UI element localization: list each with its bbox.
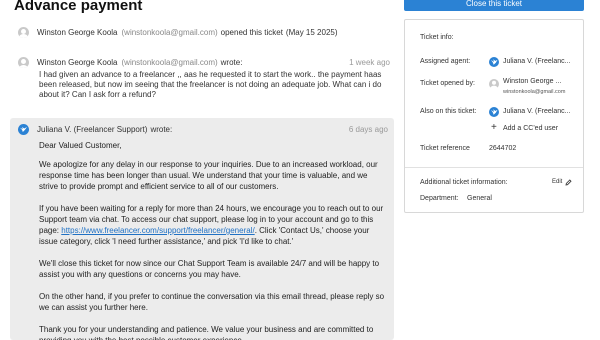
event-date: (May 15 2025): [285, 27, 338, 37]
message-agent: Juliana V. (Freelancer Support) wrote: 6…: [10, 118, 394, 340]
opened-by-email: winstonkoola@gmail.com: [503, 89, 566, 95]
user-avatar-icon: [489, 79, 499, 89]
message-verb: wrote:: [150, 125, 173, 134]
close-ticket-button[interactable]: Close this ticket: [404, 0, 584, 11]
message-body: I had given an advance to a freelancer ,…: [39, 70, 382, 99]
message-customer: Winston George Koola (winstonkoola@gmail…: [18, 57, 390, 100]
agent-avatar-icon: [489, 57, 499, 67]
add-cc-user-link[interactable]: Add a CC'ed user: [503, 125, 558, 132]
event-author: Winston George Koola: [37, 27, 118, 37]
message-paragraph: We apologize for any delay in our respon…: [39, 160, 378, 191]
event-email: (winstonkoola@gmail.com): [121, 27, 218, 37]
assigned-agent-label: Assigned agent:: [420, 58, 471, 65]
also-on-agent[interactable]: Juliana V. (Freelanc...: [503, 108, 570, 115]
message-paragraph: On the other hand, if you prefer to cont…: [39, 292, 385, 312]
message-email: (winstonkoola@gmail.com): [121, 58, 218, 67]
support-link[interactable]: https://www.freelancer.com/support/freel…: [61, 226, 254, 235]
message-time: 6 days ago: [348, 125, 388, 134]
ticket-title: Advance payment: [14, 0, 143, 14]
panel-divider: [405, 167, 583, 168]
message-paragraph: Dear Valued Customer,: [39, 141, 122, 150]
edit-pencil-icon[interactable]: [565, 179, 572, 186]
ticket-info-label: Ticket info:: [420, 34, 454, 41]
department-label: Department:: [420, 195, 459, 202]
ticket-reference-value: 2644702: [489, 145, 517, 152]
message-author: Winston George Koola: [37, 58, 118, 67]
message-paragraph: We'll close this ticket for now since ou…: [39, 259, 380, 279]
opened-by-name[interactable]: Winston George ...: [503, 78, 561, 85]
user-avatar-icon: [18, 26, 29, 38]
message-paragraph: Thank you for your understanding and pat…: [39, 325, 374, 340]
agent-avatar-icon: [489, 107, 499, 117]
freelancer-bird-icon: [18, 124, 29, 135]
event-action: opened this ticket: [220, 27, 283, 37]
plus-icon: +: [491, 122, 497, 133]
message-time: 1 week ago: [349, 58, 390, 67]
opened-by-label: Ticket opened by:: [420, 80, 475, 87]
additional-info-label: Additional ticket information:: [420, 179, 508, 186]
assigned-agent-name[interactable]: Juliana V. (Freelanc...: [503, 58, 570, 65]
edit-link[interactable]: Edit: [552, 179, 562, 185]
ticket-info-panel: Ticket info: Assigned agent: Juliana V. …: [404, 19, 584, 213]
message-paragraph: If you have been waiting for a reply for…: [39, 203, 388, 247]
department-value: General: [467, 195, 492, 202]
also-on-label: Also on this ticket:: [420, 108, 477, 115]
ticket-opened-event: Winston George Koola (winstonkoola@gmail…: [18, 25, 388, 39]
message-verb: wrote:: [220, 58, 243, 67]
user-avatar-icon: [18, 57, 29, 68]
ticket-reference-label: Ticket reference: [420, 145, 470, 152]
message-author: Juliana V. (Freelancer Support): [37, 125, 148, 134]
